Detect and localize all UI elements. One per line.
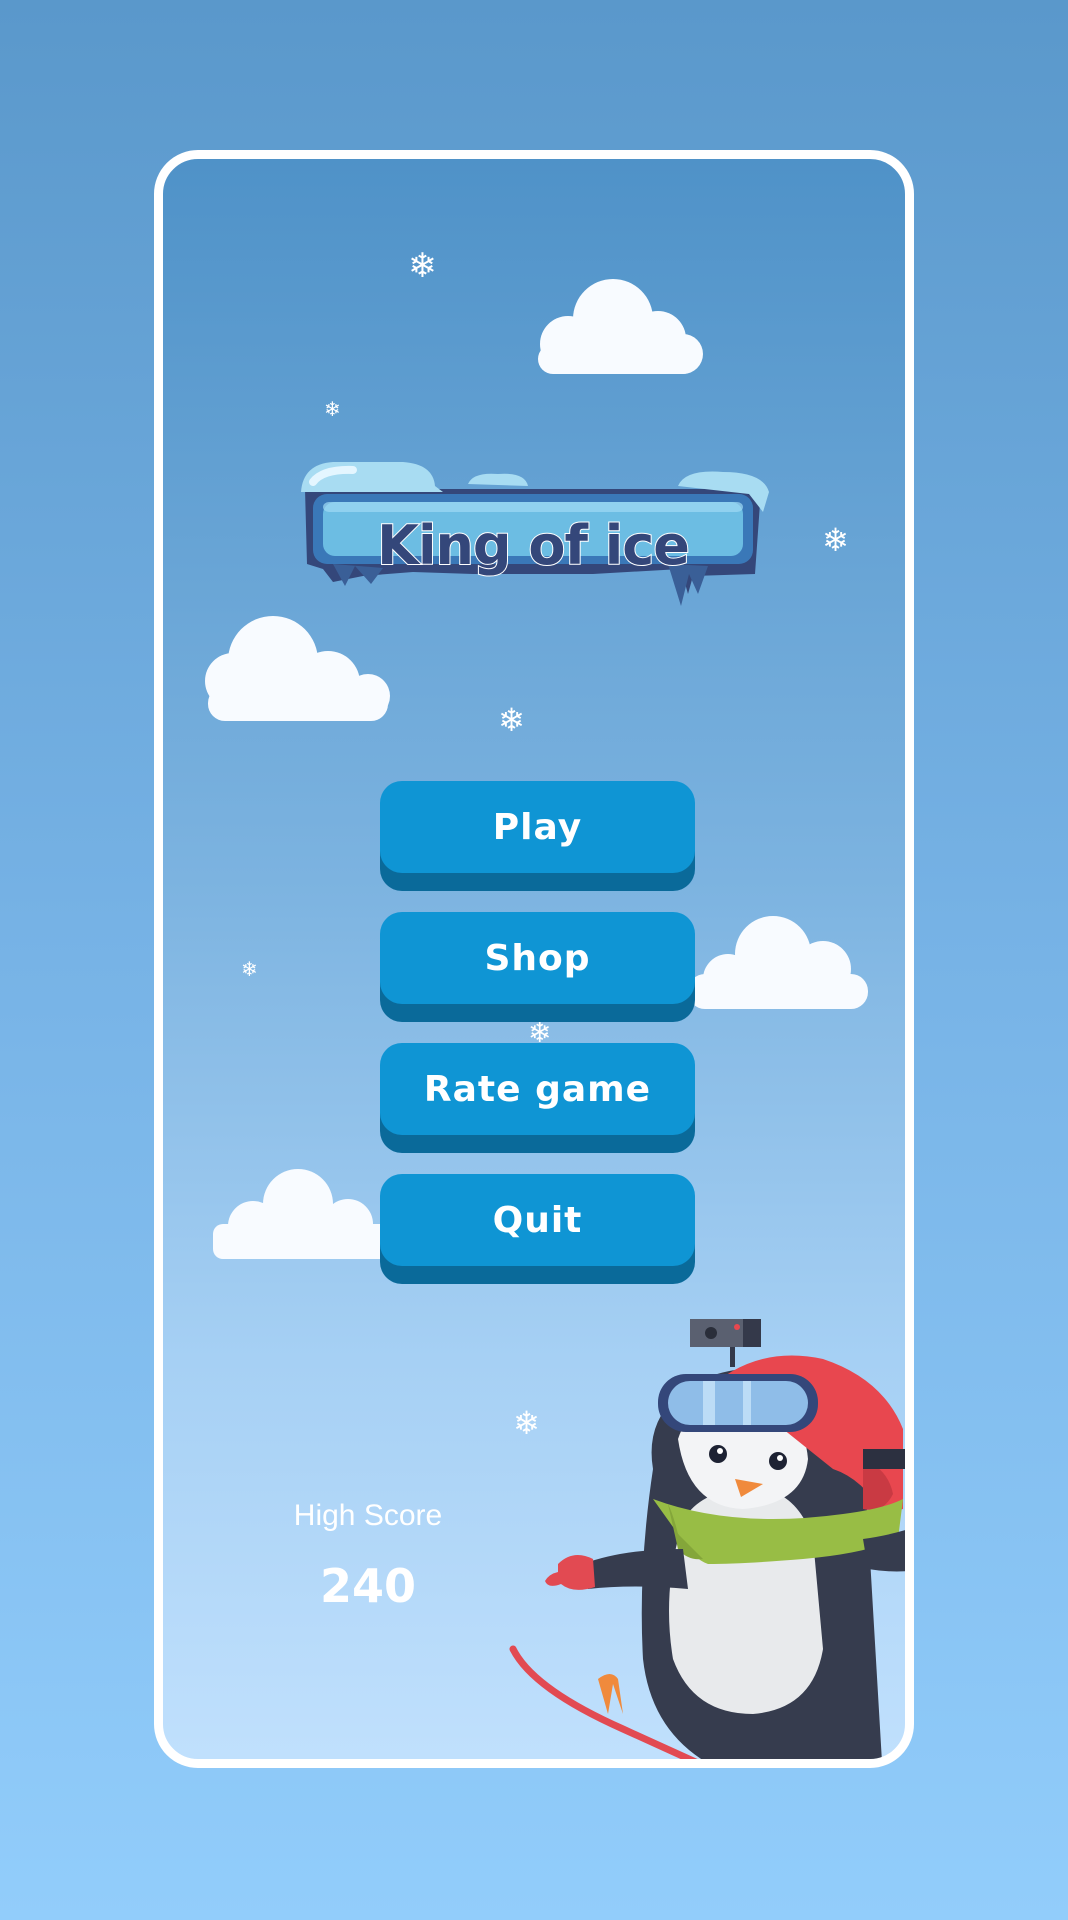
quit-button[interactable]: Quit (380, 1174, 695, 1284)
cloud (538, 279, 703, 374)
shop-button-label: Shop (484, 937, 591, 979)
game-title: King of ice (376, 513, 691, 578)
rate-game-button[interactable]: Rate game (380, 1043, 695, 1153)
snowflake-icon: ❄ (324, 397, 341, 421)
snowflake-icon: ❄ (498, 701, 525, 739)
shop-button[interactable]: Shop (380, 912, 695, 1022)
quit-button-label: Quit (492, 1199, 583, 1241)
cloud (213, 1169, 393, 1259)
high-score-value: 240 (319, 1559, 417, 1613)
game-screen: ❄ ❄ ❄ ❄ ❄ ❄ ❄ ❄ (154, 150, 914, 1768)
snowflake-icon: ❄ (241, 957, 258, 981)
rate-game-button-label: Rate game (423, 1068, 652, 1110)
snowflake-icon: ❄ (408, 246, 437, 286)
snowflake-icon: ❄ (822, 521, 849, 559)
title-banner: King of ice (293, 434, 773, 634)
high-score-label: High Score (293, 1499, 443, 1532)
penguin-snowboarder (509, 1319, 905, 1759)
play-button-label: Play (492, 806, 583, 848)
cloud (688, 916, 868, 1009)
play-button[interactable]: Play (380, 781, 695, 891)
